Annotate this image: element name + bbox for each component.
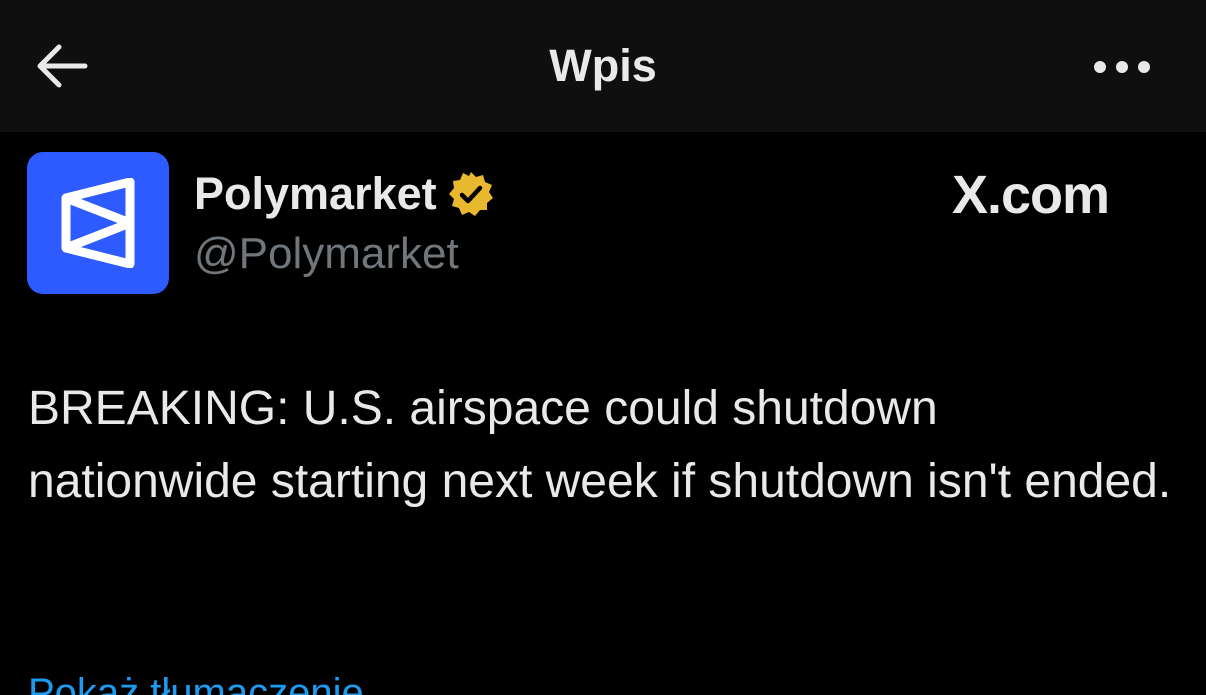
author-name[interactable]: Polymarket bbox=[194, 166, 437, 222]
avatar[interactable] bbox=[27, 152, 169, 294]
arrow-left-icon bbox=[33, 43, 89, 89]
author-handle[interactable]: @Polymarket bbox=[194, 226, 459, 282]
post-text: BREAKING: U.S. airspace could shutdown n… bbox=[28, 382, 1172, 508]
back-button[interactable] bbox=[28, 36, 94, 96]
more-options-button[interactable] bbox=[1084, 40, 1160, 94]
top-bar: Wpis bbox=[0, 0, 1206, 132]
show-translation-link[interactable]: Pokaż tłumaczenie bbox=[28, 668, 364, 695]
verified-badge-icon bbox=[447, 170, 495, 218]
post-view: Wpis Polymarket @Polymarket X.com BREAKI… bbox=[0, 0, 1206, 695]
author-name-row: Polymarket bbox=[194, 164, 495, 224]
page-title: Wpis bbox=[549, 40, 657, 91]
more-horizontal-icon bbox=[1092, 59, 1152, 75]
polymarket-logo-icon bbox=[58, 178, 138, 268]
watermark: X.com bbox=[952, 162, 1110, 228]
watermark-text: X.com bbox=[952, 165, 1110, 225]
